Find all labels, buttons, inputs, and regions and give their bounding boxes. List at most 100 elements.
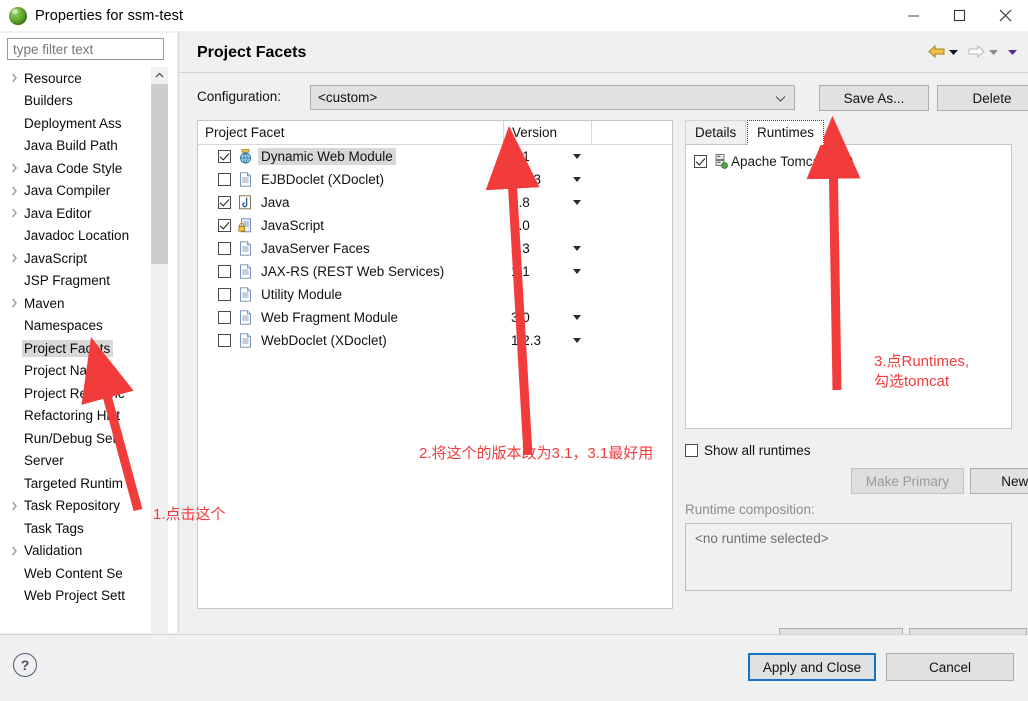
sidebar-item-task-repository[interactable]: Task Repository <box>0 495 151 518</box>
sidebar-item-javadoc-location[interactable]: Javadoc Location <box>0 225 151 248</box>
save-as-button[interactable]: Save As... <box>819 85 929 111</box>
sidebar-item-java-code-style[interactable]: Java Code Style <box>0 157 151 180</box>
sidebar-item-builders[interactable]: Builders <box>0 90 151 113</box>
facet-checkbox[interactable] <box>218 311 231 324</box>
make-primary-button[interactable]: Make Primary <box>851 468 964 494</box>
apply-and-close-button[interactable]: Apply and Close <box>748 653 876 681</box>
configuration-combo[interactable]: <custom> <box>310 85 795 110</box>
sidebar-item-project-facets[interactable]: Project Facets <box>0 337 151 360</box>
sidebar-item-java-editor[interactable]: Java Editor <box>0 202 151 225</box>
sidebar-item-deployment-ass[interactable]: Deployment Ass <box>0 112 151 135</box>
chevron-right-icon[interactable] <box>7 298 22 308</box>
facet-version-cell[interactable]: 3.0 <box>503 310 563 325</box>
sidebar-item-web-project-sett[interactable]: Web Project Sett <box>0 585 151 608</box>
version-dropdown-icon[interactable] <box>563 315 591 320</box>
sidebar-item-project-referenc[interactable]: Project Referenc <box>0 382 151 405</box>
facet-checkbox[interactable] <box>218 150 231 163</box>
facet-row[interactable]: JAX-RS (REST Web Services) 1.1 <box>198 260 672 283</box>
sidebar-item-targeted-runtim[interactable]: Targeted Runtim <box>0 472 151 495</box>
chevron-right-icon[interactable] <box>7 73 22 83</box>
facet-name-cell: Dynamic Web Module <box>198 148 503 165</box>
facet-row[interactable]: EJBDoclet (XDoclet) 1.2.3 <box>198 168 672 191</box>
version-dropdown-icon[interactable] <box>563 154 591 159</box>
facet-version-cell[interactable]: 1.0 <box>503 218 563 233</box>
settings-tree[interactable]: Resource Builders Deployment Ass Java Build… <box>0 67 151 621</box>
eclipse-globe-icon <box>9 6 27 25</box>
show-all-runtimes-row[interactable]: Show all runtimes <box>685 443 811 458</box>
sidebar-item-label: Targeted Runtim <box>24 475 124 491</box>
delete-button[interactable]: Delete <box>937 85 1028 111</box>
show-all-runtimes-checkbox[interactable] <box>685 444 698 457</box>
forward-arrow-icon[interactable] <box>967 44 986 59</box>
facet-version-cell[interactable]: 2.3 <box>503 241 563 256</box>
sidebar-scroll-thumb[interactable] <box>151 84 168 264</box>
facet-row[interactable]: Java 1.8 <box>198 191 672 214</box>
sidebar-item-jsp-fragment[interactable]: JSP Fragment <box>0 270 151 293</box>
chevron-right-icon[interactable] <box>7 208 22 218</box>
facet-version-cell[interactable]: 1.2.3 <box>503 333 563 348</box>
sidebar-item-server[interactable]: Server <box>0 450 151 473</box>
column-header-facet[interactable]: Project Facet <box>198 125 503 140</box>
facet-row[interactable]: Dynamic Web Module 3.1 <box>198 145 672 168</box>
facet-version-cell[interactable]: 1.8 <box>503 195 563 210</box>
sidebar-item-validation[interactable]: Validation <box>0 540 151 563</box>
back-arrow-icon[interactable] <box>927 44 946 59</box>
facet-row-container: Dynamic Web Module 3.1 EJBDoclet (XDoclet)… <box>198 145 672 352</box>
facet-row[interactable]: Web Fragment Module 3.0 <box>198 306 672 329</box>
sidebar-item-run-debug-setti[interactable]: Run/Debug Setti <box>0 427 151 450</box>
sidebar-item-resource[interactable]: Resource <box>0 67 151 90</box>
forward-menu-chevron-down-icon[interactable] <box>988 48 999 56</box>
runtime-checkbox[interactable] <box>694 154 707 168</box>
facet-checkbox[interactable] <box>218 288 231 301</box>
sidebar-item-java-compiler[interactable]: Java Compiler <box>0 180 151 203</box>
facet-row[interactable]: JavaServer Faces 2.3 <box>198 237 672 260</box>
sidebar-item-project-natures[interactable]: Project Natures <box>0 360 151 383</box>
scroll-up-icon[interactable] <box>151 67 168 84</box>
runtime-composition-value: <no runtime selected> <box>695 531 829 546</box>
facet-checkbox[interactable] <box>218 242 231 255</box>
version-dropdown-icon[interactable] <box>563 246 591 251</box>
version-dropdown-icon[interactable] <box>563 177 591 182</box>
facet-checkbox[interactable] <box>218 265 231 278</box>
sidebar-item-javascript[interactable]: JavaScript <box>0 247 151 270</box>
new-runtime-button[interactable]: New... <box>970 468 1028 494</box>
version-dropdown-icon[interactable] <box>563 200 591 205</box>
chevron-right-icon[interactable] <box>7 186 22 196</box>
sidebar-item-namespaces[interactable]: Namespaces <box>0 315 151 338</box>
view-menu-chevron-down-icon[interactable] <box>1007 48 1018 56</box>
facet-checkbox[interactable] <box>218 196 231 209</box>
chevron-right-icon[interactable] <box>7 546 22 556</box>
chevron-right-icon[interactable] <box>7 501 22 511</box>
facet-checkbox[interactable] <box>218 173 231 186</box>
sidebar-item-web-content-se[interactable]: Web Content Se <box>0 562 151 585</box>
sidebar-item-maven[interactable]: Maven <box>0 292 151 315</box>
sidebar-item-task-tags[interactable]: Task Tags <box>0 517 151 540</box>
facet-row[interactable]: Utility Module <box>198 283 672 306</box>
chevron-right-icon[interactable] <box>7 253 22 263</box>
sidebar-vertical-scrollbar[interactable] <box>151 67 168 649</box>
help-question-icon[interactable]: ? <box>13 653 37 677</box>
tab-runtimes[interactable]: Runtimes <box>747 120 825 145</box>
page-title: Project Facets <box>197 44 307 61</box>
version-dropdown-icon[interactable] <box>563 338 591 343</box>
facet-version-cell[interactable]: 1.1 <box>503 264 563 279</box>
column-header-version[interactable]: Version <box>503 120 591 145</box>
facet-row[interactable]: JavaScript 1.0 <box>198 214 672 237</box>
cancel-button[interactable]: Cancel <box>886 653 1014 681</box>
maximize-icon[interactable] <box>936 0 982 31</box>
sidebar-item-java-build-path[interactable]: Java Build Path <box>0 135 151 158</box>
version-dropdown-icon[interactable] <box>563 269 591 274</box>
back-menu-chevron-down-icon[interactable] <box>948 48 959 56</box>
minimize-icon[interactable] <box>890 0 936 31</box>
facet-checkbox[interactable] <box>218 334 231 347</box>
facet-checkbox[interactable] <box>218 219 231 232</box>
sidebar-item-refactoring-hist[interactable]: Refactoring Hist <box>0 405 151 428</box>
facet-version-cell[interactable]: 3.1 <box>503 149 563 164</box>
facet-version-cell[interactable]: 1.2.3 <box>503 172 563 187</box>
filter-input[interactable] <box>7 38 164 60</box>
tab-details[interactable]: Details <box>685 120 747 144</box>
chevron-right-icon[interactable] <box>7 163 22 173</box>
runtime-list-item[interactable]: Apache Tomcat v9.0 <box>686 150 1011 172</box>
facet-row[interactable]: WebDoclet (XDoclet) 1.2.3 <box>198 329 672 352</box>
close-icon[interactable] <box>982 0 1028 31</box>
